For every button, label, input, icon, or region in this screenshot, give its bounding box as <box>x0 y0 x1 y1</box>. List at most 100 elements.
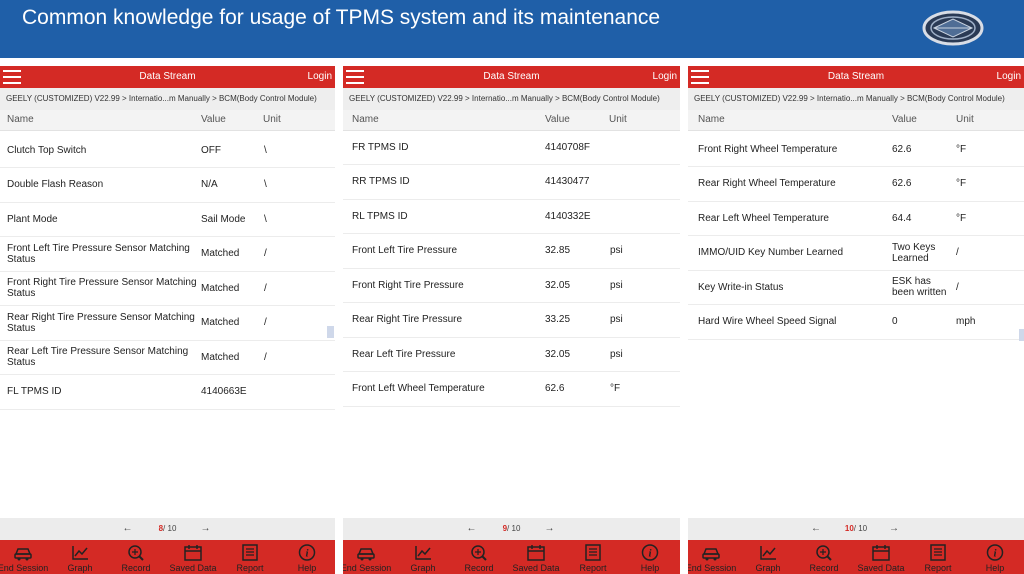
toolbar-label: Saved Data <box>512 563 560 573</box>
car-button[interactable]: End Session <box>343 540 394 574</box>
data-stream-panel-2: Data Stream Login GEELY (CUSTOMIZED) V22.9… <box>343 66 680 574</box>
toolbar-label: Record <box>121 563 151 573</box>
login-button[interactable]: Login <box>997 71 1021 82</box>
table-row[interactable]: Front Right Tire Pressure 32.05 psi <box>343 268 680 303</box>
row-value: N/A <box>201 179 218 190</box>
table-row[interactable]: Hard Wire Wheel Speed Signal 0 mph <box>688 305 1024 340</box>
table-row[interactable]: Front Right Tire Pressure Sensor Matchin… <box>0 271 335 306</box>
row-value: 62.6 <box>892 143 912 155</box>
table-row[interactable]: Rear Left Tire Pressure Sensor Matching … <box>0 340 335 375</box>
row-name: Rear Left Wheel Temperature <box>698 212 829 224</box>
help-button[interactable]: i Help <box>279 540 335 574</box>
record-icon <box>469 544 489 561</box>
table-row[interactable]: RL TPMS ID 4140332E <box>343 199 680 234</box>
table-row[interactable]: Front Left Wheel Temperature 62.6 °F <box>343 372 680 407</box>
help-button[interactable]: i Help <box>622 540 678 574</box>
record-button[interactable]: Record <box>451 540 507 574</box>
row-name: Front Right Tire Pressure <box>352 279 464 291</box>
table-row[interactable]: Plant Mode Sail Mode \ <box>0 202 335 237</box>
table-row[interactable]: Double Flash Reason N/A \ <box>0 168 335 203</box>
row-unit: / <box>264 248 267 259</box>
table-row[interactable]: IMMO/UID Key Number Learned Two Keys Lear… <box>688 236 1024 271</box>
calendar-button[interactable]: Saved Data <box>508 540 564 574</box>
toolbar-label: Report <box>924 563 952 573</box>
report-button[interactable]: Report <box>565 540 621 574</box>
data-stream-panel-1: Data Stream Login GEELY (CUSTOMIZED) V22.9… <box>0 66 335 574</box>
toolbar-label: End Session <box>343 563 392 573</box>
column-value-header: Value <box>892 114 917 125</box>
table-row[interactable]: Rear Right Wheel Temperature 62.6 °F <box>688 167 1024 202</box>
scrollbar-thumb[interactable] <box>327 326 334 338</box>
report-icon <box>240 544 260 561</box>
graph-button[interactable]: Graph <box>395 540 451 574</box>
table-row[interactable]: Front Right Wheel Temperature 62.6 °F <box>688 132 1024 167</box>
app-header: Data Stream Login <box>343 66 680 88</box>
page-indicator: 9/ 10 <box>343 524 680 533</box>
table-row[interactable]: Front Left Tire Pressure Sensor Matching… <box>0 237 335 272</box>
login-button[interactable]: Login <box>308 71 332 82</box>
help-icon: i <box>297 544 317 561</box>
table-row[interactable]: Front Left Tire Pressure 32.85 psi <box>343 234 680 269</box>
row-unit <box>610 130 650 164</box>
next-page-arrow-icon[interactable]: → <box>545 523 555 534</box>
row-unit: psi <box>610 348 623 360</box>
row-value: Sail Mode <box>201 213 246 225</box>
table-row[interactable]: Rear Right Tire Pressure 33.25 psi <box>343 303 680 338</box>
breadcrumb: GEELY (CUSTOMIZED) V22.99 > Internatio..… <box>688 88 1024 110</box>
graph-button[interactable]: Graph <box>52 540 108 574</box>
scrollbar-thumb[interactable] <box>1019 329 1024 341</box>
table-row[interactable]: Rear Left Wheel Temperature 64.4 °F <box>688 201 1024 236</box>
record-button[interactable]: Record <box>796 540 852 574</box>
table-row[interactable]: RR TPMS ID 41430477 <box>343 165 680 200</box>
record-button[interactable]: Record <box>108 540 164 574</box>
row-value: Matched <box>201 317 240 328</box>
car-button[interactable]: End Session <box>0 540 51 574</box>
row-name: Front Left Wheel Temperature <box>352 383 485 394</box>
graph-button[interactable]: Graph <box>740 540 796 574</box>
column-name-header: Name <box>352 114 379 125</box>
row-unit: °F <box>956 143 967 155</box>
report-button[interactable]: Report <box>222 540 278 574</box>
next-page-arrow-icon[interactable]: → <box>201 523 211 534</box>
next-page-arrow-icon[interactable]: → <box>889 523 899 534</box>
calendar-icon <box>183 544 203 561</box>
column-unit-header: Unit <box>609 114 627 125</box>
row-value: ESK has been written <box>892 276 947 298</box>
total-pages: / 10 <box>853 524 868 533</box>
report-icon <box>583 544 603 561</box>
car-button[interactable]: End Session <box>688 540 739 574</box>
bottom-toolbar: End Session Graph Record Saved Data Report i H… <box>0 540 335 574</box>
row-name: Front Right Wheel Temperature <box>698 143 838 155</box>
graph-icon <box>70 544 90 561</box>
row-unit: / <box>264 351 267 363</box>
table-row[interactable]: FL TPMS ID 4140663E <box>0 375 335 410</box>
row-unit: psi <box>610 245 623 256</box>
help-button[interactable]: i Help <box>967 540 1023 574</box>
help-icon: i <box>640 544 660 561</box>
table-row[interactable]: Key Write-in Status ESK has been written / <box>688 270 1024 305</box>
login-button[interactable]: Login <box>653 71 677 82</box>
report-button[interactable]: Report <box>910 540 966 574</box>
column-name-header: Name <box>7 114 34 125</box>
table-row[interactable]: Clutch Top Switch OFF \ <box>0 133 335 168</box>
svg-text:i: i <box>648 548 652 560</box>
breadcrumb: GEELY (CUSTOMIZED) V22.99 > Internatio..… <box>0 88 335 110</box>
calendar-button[interactable]: Saved Data <box>165 540 221 574</box>
row-unit <box>610 165 650 199</box>
table-row[interactable]: FR TPMS ID 4140708F <box>343 130 680 165</box>
table-row[interactable]: Rear Right Tire Pressure Sensor Matching… <box>0 306 335 341</box>
row-name: Key Write-in Status <box>698 281 784 293</box>
row-value: 41430477 <box>545 176 590 187</box>
row-name: Rear Right Wheel Temperature <box>698 178 836 189</box>
calendar-button[interactable]: Saved Data <box>853 540 909 574</box>
total-pages: / 10 <box>507 524 521 533</box>
toolbar-label: Saved Data <box>169 563 217 573</box>
row-unit <box>610 199 650 233</box>
row-name: FL TPMS ID <box>7 386 62 397</box>
row-name: IMMO/UID Key Number Learned <box>698 247 844 258</box>
row-value: 62.6 <box>545 383 565 394</box>
table-row[interactable]: Rear Left Tire Pressure 32.05 psi <box>343 337 680 372</box>
row-unit <box>264 375 304 409</box>
car-icon <box>356 544 376 561</box>
row-unit: °F <box>610 383 621 394</box>
